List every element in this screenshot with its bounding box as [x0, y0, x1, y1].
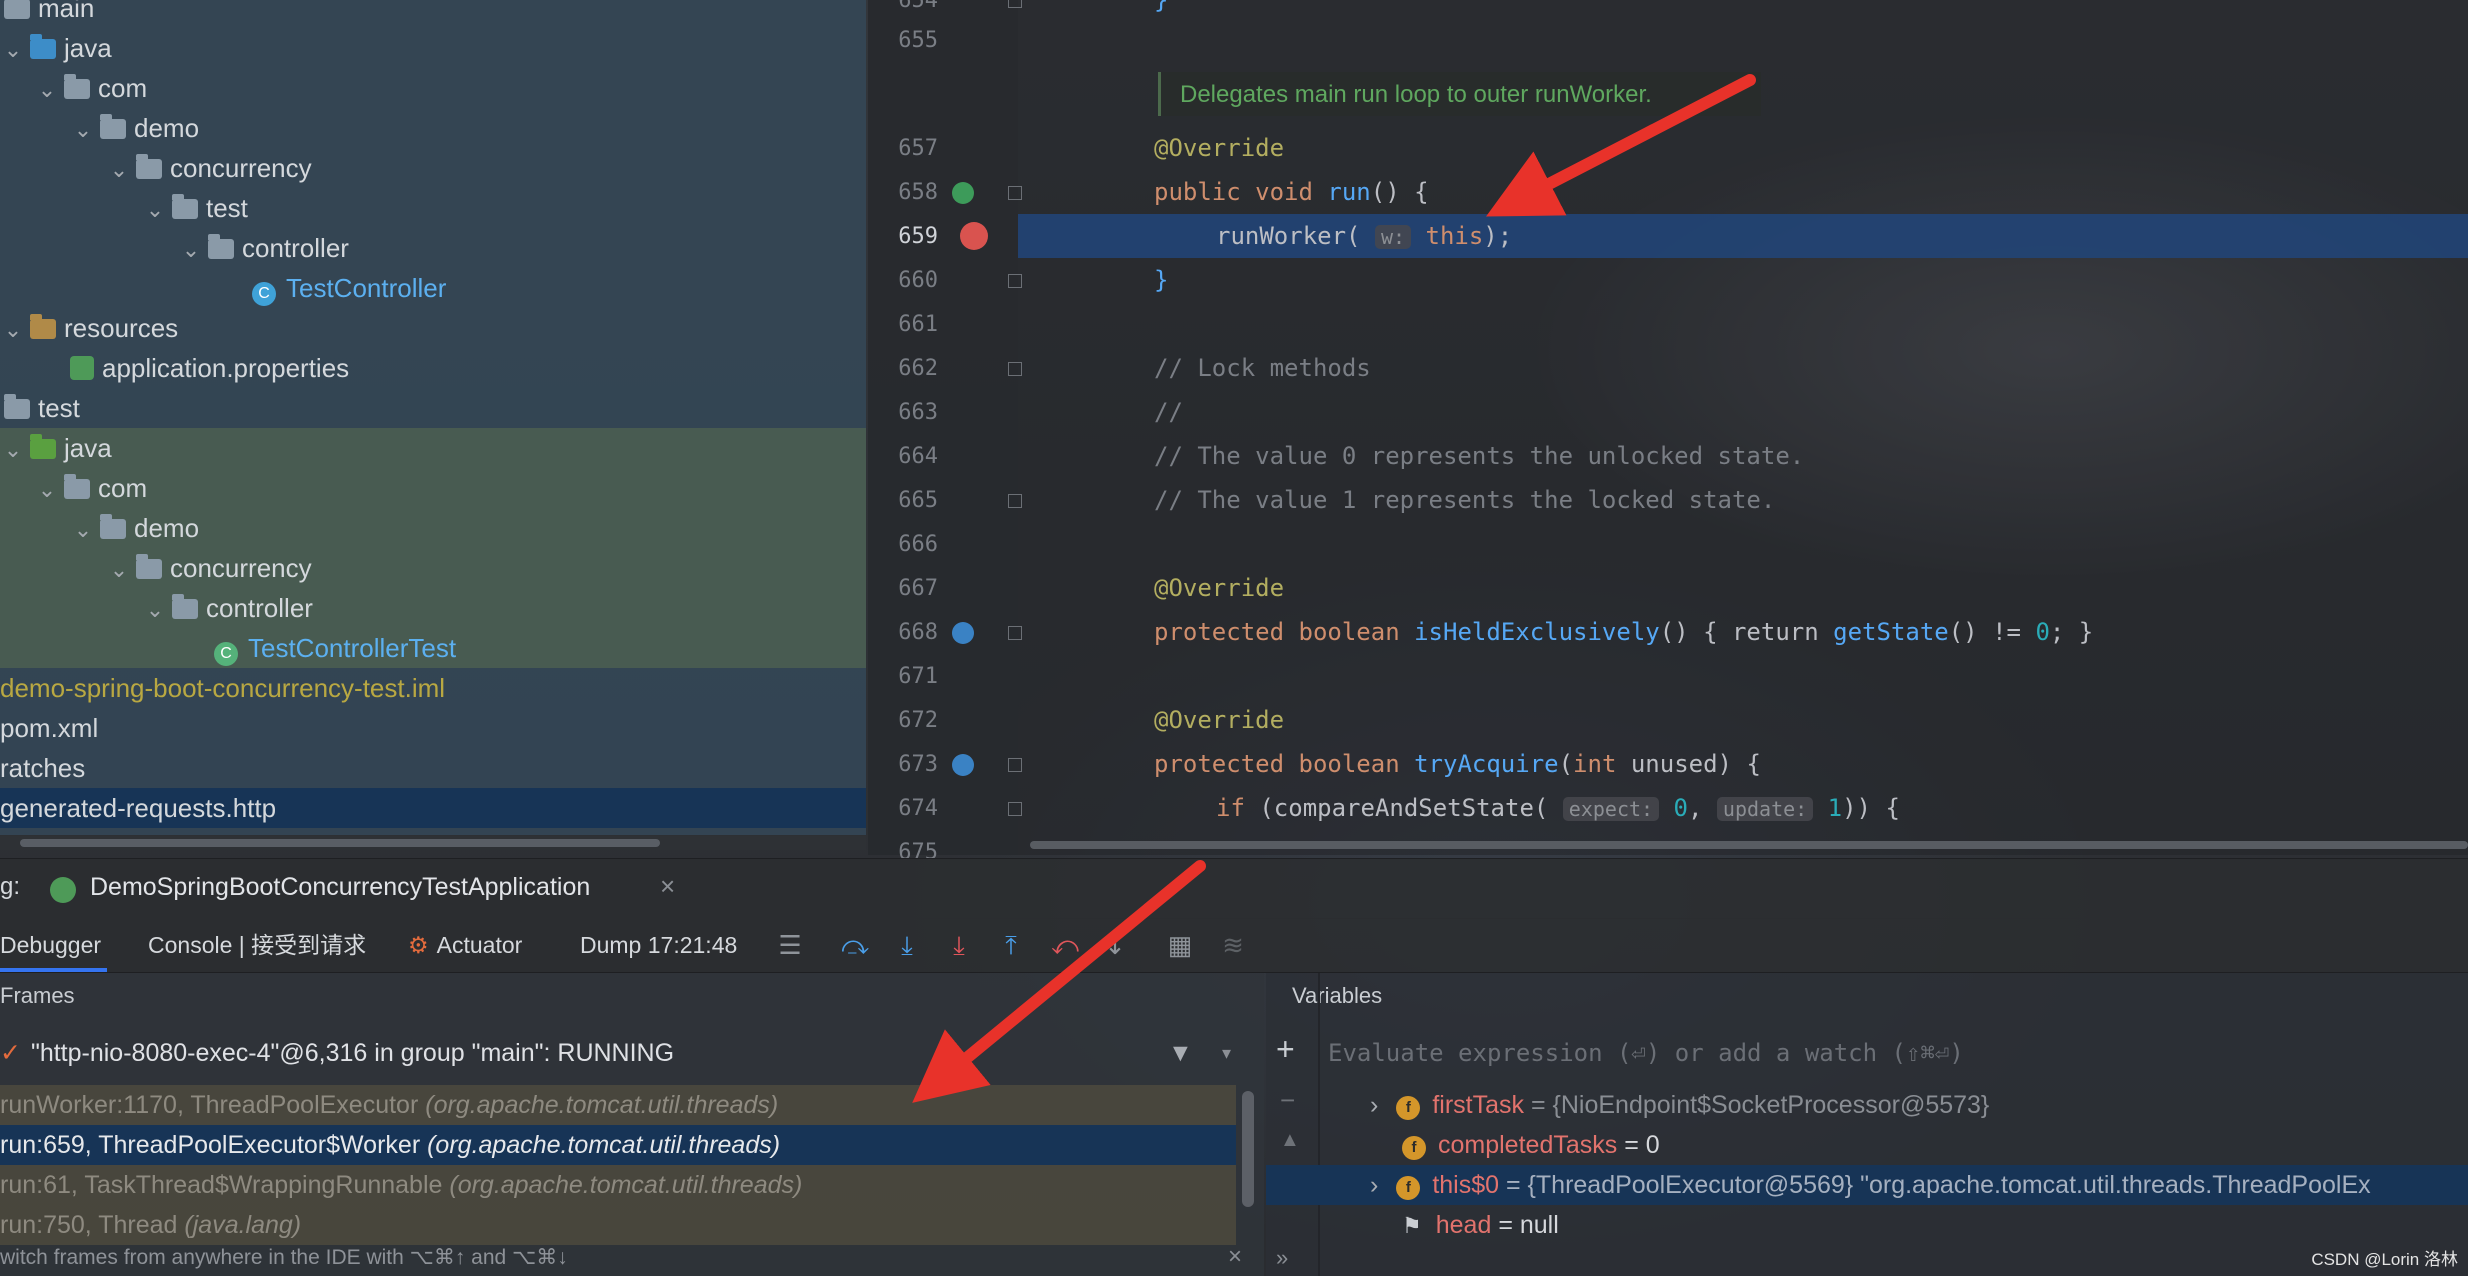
arrow-to-run-method — [1486, 74, 1756, 217]
watermark: CSDN @Lorin 洛林 — [2311, 1250, 2458, 1269]
annotation-arrows — [912, 74, 1756, 1103]
arrow-to-runworker-frame — [912, 860, 1206, 1103]
